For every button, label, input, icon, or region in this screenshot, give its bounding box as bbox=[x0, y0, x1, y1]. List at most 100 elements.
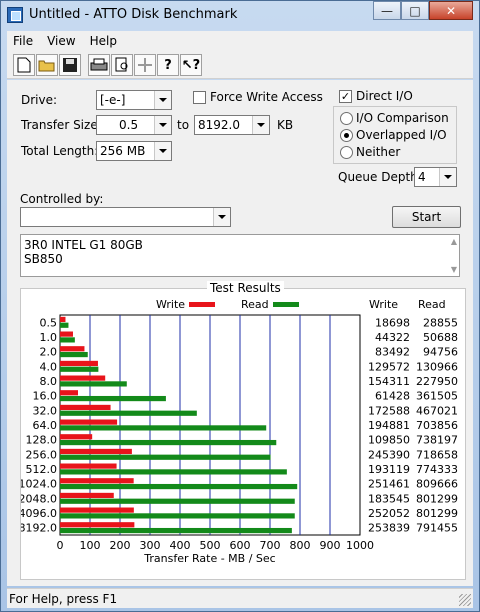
read-value: 738197 bbox=[416, 434, 458, 447]
x-tick-label: 900 bbox=[320, 539, 341, 552]
window-controls: — □ ✕ bbox=[373, 1, 473, 21]
save-icon bbox=[63, 58, 77, 72]
column-header-write: Write bbox=[369, 298, 398, 311]
close-icon: ✕ bbox=[445, 3, 457, 18]
transfer-from-value: 0.5 bbox=[119, 118, 139, 132]
title-bar[interactable]: Untitled - ATTO Disk Benchmark — □ ✕ bbox=[1, 1, 479, 29]
status-bar: For Help, press F1 bbox=[7, 588, 473, 608]
description-textbox[interactable]: 3R0 INTEL G1 80GB SB850 ▲ ▼ bbox=[20, 234, 460, 277]
category-label: 8.0 bbox=[40, 375, 58, 388]
write-value: 183545 bbox=[368, 492, 410, 505]
category-label: 0.5 bbox=[40, 316, 58, 329]
scroll-up-icon[interactable]: ▲ bbox=[451, 237, 457, 246]
read-bar bbox=[60, 425, 267, 431]
category-label: 2.0 bbox=[40, 346, 58, 359]
category-label: 128.0 bbox=[26, 434, 58, 447]
category-label: 512.0 bbox=[26, 463, 58, 476]
legend-write-label: Write bbox=[156, 298, 185, 311]
print-button[interactable] bbox=[88, 54, 110, 76]
read-bar bbox=[60, 337, 75, 343]
read-value: 791455 bbox=[416, 522, 458, 535]
direct-io-checkbox[interactable]: ✓ bbox=[339, 90, 352, 103]
force-write-checkbox[interactable] bbox=[193, 91, 206, 104]
menu-help[interactable]: Help bbox=[84, 34, 125, 48]
open-button[interactable] bbox=[36, 54, 58, 76]
help-button[interactable]: ? bbox=[157, 54, 179, 76]
write-bar bbox=[60, 316, 66, 323]
controlled-by-label: Controlled by: bbox=[20, 192, 104, 206]
controlled-by-select[interactable] bbox=[20, 207, 231, 227]
x-tick-label: 0 bbox=[57, 539, 64, 552]
chevron-down-icon[interactable] bbox=[154, 142, 171, 160]
drive-label: Drive: bbox=[21, 93, 58, 107]
x-axis-label: Transfer Rate - MB / Sec bbox=[143, 552, 275, 565]
maximize-button[interactable]: □ bbox=[401, 1, 429, 20]
read-value: 50688 bbox=[423, 331, 458, 344]
drive-select[interactable]: [-e-] bbox=[96, 90, 172, 110]
save-button[interactable] bbox=[59, 54, 81, 76]
category-label: 8192.0 bbox=[21, 522, 57, 535]
transfer-to-select[interactable]: 8192.0 bbox=[194, 115, 270, 135]
start-button[interactable]: Start bbox=[392, 206, 461, 228]
write-bar bbox=[60, 478, 134, 484]
transfer-size-label: Transfer Size: bbox=[21, 118, 102, 132]
write-bar bbox=[60, 448, 132, 455]
move-button[interactable] bbox=[134, 54, 156, 76]
read-bar bbox=[60, 454, 271, 460]
category-label: 2048.0 bbox=[21, 492, 57, 505]
chevron-down-icon[interactable] bbox=[439, 168, 456, 186]
write-bar bbox=[60, 375, 106, 381]
write-value: 252052 bbox=[368, 507, 410, 520]
read-bar bbox=[60, 410, 197, 416]
queue-depth-select[interactable]: 4 bbox=[414, 167, 457, 187]
write-bar bbox=[60, 346, 85, 352]
total-length-select[interactable]: 256 MB bbox=[96, 141, 172, 161]
read-value: 227950 bbox=[416, 375, 458, 388]
context-help-button[interactable]: ↖? bbox=[180, 54, 202, 76]
transfer-from-select[interactable]: 0.5 bbox=[96, 115, 172, 135]
x-tick-label: 800 bbox=[290, 539, 311, 552]
read-bar bbox=[60, 395, 166, 402]
to-label: to bbox=[177, 118, 190, 132]
neither-radio[interactable] bbox=[340, 146, 353, 159]
x-tick-label: 600 bbox=[230, 539, 251, 552]
x-tick-label: 300 bbox=[140, 539, 161, 552]
move-icon bbox=[138, 58, 152, 72]
minimize-button[interactable]: — bbox=[373, 1, 401, 20]
category-label: 1.0 bbox=[40, 331, 58, 344]
chevron-down-icon[interactable] bbox=[213, 208, 230, 226]
read-value: 467021 bbox=[416, 404, 458, 417]
queue-depth-value: 4 bbox=[418, 170, 426, 184]
new-button[interactable] bbox=[13, 54, 35, 76]
print-preview-button[interactable] bbox=[111, 54, 133, 76]
scroll-down-icon[interactable]: ▼ bbox=[451, 265, 457, 274]
start-button-label: Start bbox=[411, 210, 442, 224]
chevron-down-icon[interactable] bbox=[154, 91, 171, 109]
force-write-label: Force Write Access bbox=[210, 90, 323, 104]
read-value: 130966 bbox=[416, 360, 458, 373]
close-button[interactable]: ✕ bbox=[429, 1, 473, 20]
category-label: 16.0 bbox=[33, 390, 58, 403]
overlapped-io-label: Overlapped I/O bbox=[356, 128, 447, 142]
test-results-group: Test Results Write Read Write Read 0 100 200 30… bbox=[20, 281, 466, 580]
io-comparison-radio[interactable] bbox=[340, 112, 353, 125]
resize-grip-icon[interactable] bbox=[459, 594, 471, 606]
write-value: 253839 bbox=[368, 522, 410, 535]
write-bar bbox=[60, 390, 78, 396]
chevron-down-icon[interactable] bbox=[252, 116, 269, 134]
chevron-down-icon[interactable] bbox=[154, 116, 171, 134]
write-value: 193119 bbox=[368, 463, 410, 476]
column-header-read: Read bbox=[418, 298, 446, 311]
menu-bar: File View Help bbox=[7, 31, 473, 51]
read-value: 801299 bbox=[416, 507, 458, 520]
read-bar bbox=[60, 513, 295, 519]
write-value: 194881 bbox=[368, 419, 410, 432]
menu-view[interactable]: View bbox=[41, 34, 83, 48]
read-value: 361505 bbox=[416, 390, 458, 403]
legend-read-label: Read bbox=[241, 298, 269, 311]
overlapped-io-radio[interactable] bbox=[340, 129, 353, 142]
print-preview-icon bbox=[115, 57, 128, 72]
x-tick-label: 400 bbox=[170, 539, 191, 552]
menu-file[interactable]: File bbox=[7, 34, 41, 48]
write-value: 172588 bbox=[368, 404, 410, 417]
